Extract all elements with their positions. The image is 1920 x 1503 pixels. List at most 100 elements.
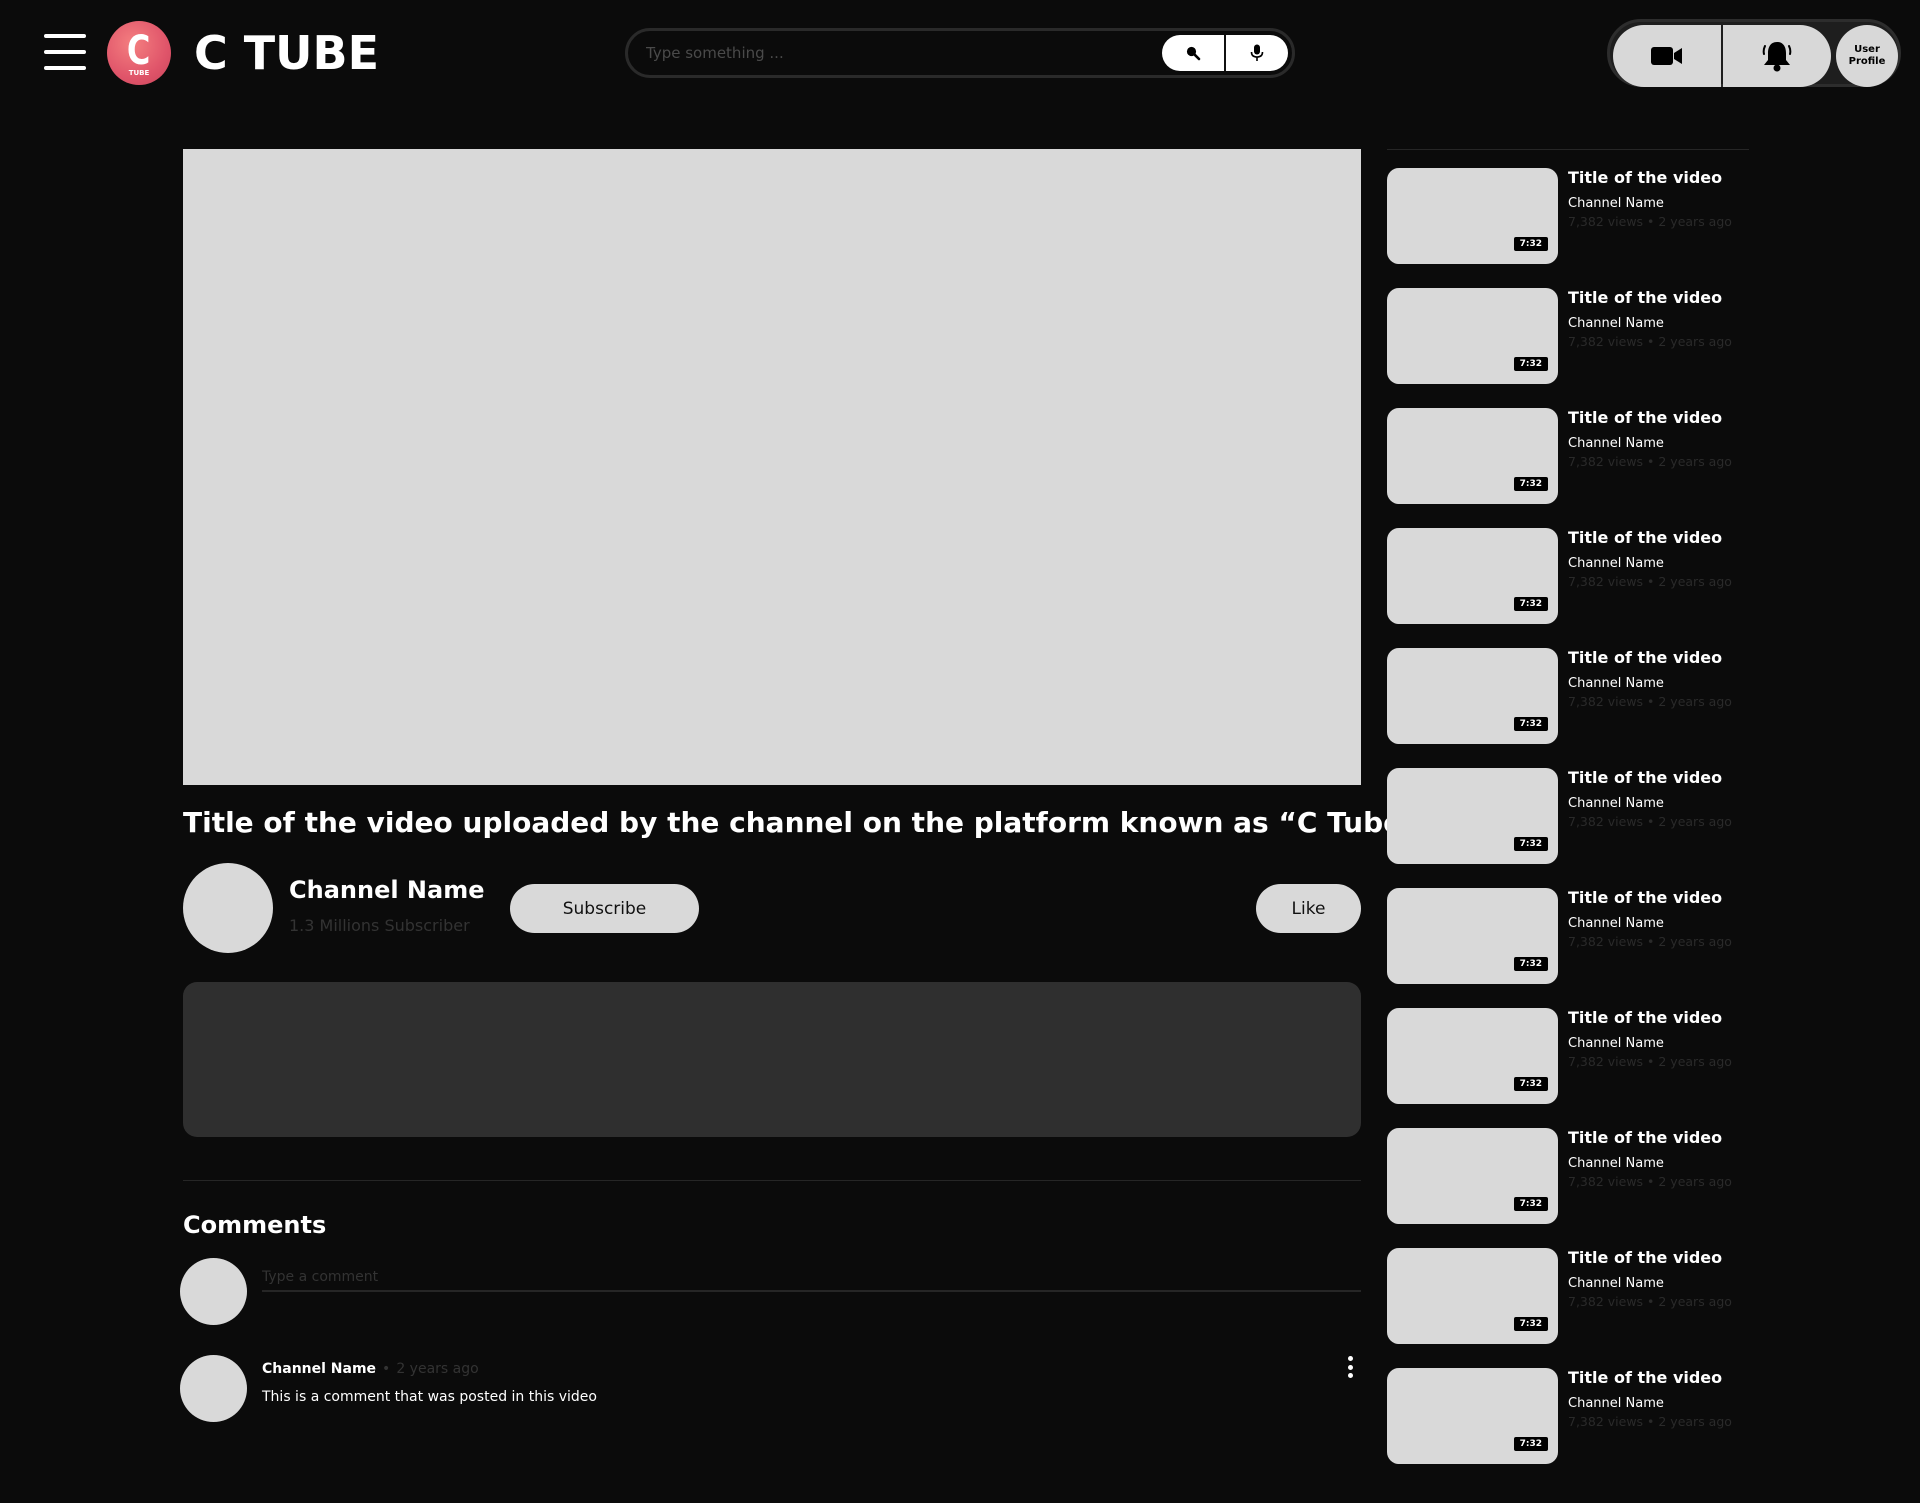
recommended-video-title[interactable]: Title of the video: [1568, 888, 1722, 908]
recommended-video-meta: 7,382 views • 2 years ago: [1568, 814, 1732, 829]
recommended-video-channel[interactable]: Channel Name: [1568, 1156, 1664, 1172]
logo-letter: C: [127, 28, 151, 74]
search-input[interactable]: [646, 40, 1146, 66]
video-thumbnail[interactable]: 7:32: [1387, 888, 1558, 984]
comments-heading: Comments: [183, 1211, 327, 1239]
voice-search-button[interactable]: [1224, 35, 1288, 71]
recommended-video-title[interactable]: Title of the video: [1568, 528, 1722, 548]
video-thumbnail[interactable]: 7:32: [1387, 768, 1558, 864]
brand-name[interactable]: C TUBE: [194, 26, 379, 80]
video-thumbnail[interactable]: 7:32: [1387, 1368, 1558, 1464]
search-button[interactable]: [1162, 35, 1224, 71]
video-duration: 7:32: [1513, 837, 1548, 851]
recommended-video[interactable]: 7:32 Title of the video Channel Name 7,3…: [1387, 768, 1749, 864]
recommended-video-title[interactable]: Title of the video: [1568, 288, 1722, 308]
comment-author-avatar[interactable]: [180, 1355, 247, 1422]
video-thumbnail[interactable]: 7:32: [1387, 1248, 1558, 1344]
recommended-video[interactable]: 7:32 Title of the video Channel Name 7,3…: [1387, 1008, 1749, 1104]
recommended-video-channel[interactable]: Channel Name: [1568, 1396, 1664, 1412]
video-thumbnail[interactable]: 7:32: [1387, 1128, 1558, 1224]
recommended-video-meta: 7,382 views • 2 years ago: [1568, 694, 1732, 709]
video-duration: 7:32: [1513, 1197, 1548, 1211]
recommended-video[interactable]: 7:32 Title of the video Channel Name 7,3…: [1387, 1248, 1749, 1344]
recommended-video-meta: 7,382 views • 2 years ago: [1568, 454, 1732, 469]
recommended-video[interactable]: 7:32 Title of the video Channel Name 7,3…: [1387, 648, 1749, 744]
recommended-video-title[interactable]: Title of the video: [1568, 1368, 1722, 1388]
current-user-avatar: [180, 1258, 247, 1325]
recommended-video-channel[interactable]: Channel Name: [1568, 1276, 1664, 1292]
comment-author[interactable]: Channel Name: [262, 1361, 376, 1377]
recommended-video-channel[interactable]: Channel Name: [1568, 916, 1664, 932]
recommended-video[interactable]: 7:32 Title of the video Channel Name 7,3…: [1387, 528, 1749, 624]
comment-header: Channel Name • 2 years ago: [262, 1359, 479, 1379]
video-title: Title of the video uploaded by the chann…: [183, 806, 1421, 839]
recommended-video-title[interactable]: Title of the video: [1568, 1248, 1722, 1268]
recommended-video[interactable]: 7:32 Title of the video Channel Name 7,3…: [1387, 168, 1749, 264]
recommended-video-channel[interactable]: Channel Name: [1568, 676, 1664, 692]
search-icon: [1186, 46, 1201, 61]
recommended-video-title[interactable]: Title of the video: [1568, 1128, 1722, 1148]
channel-avatar[interactable]: [183, 863, 273, 953]
notifications-button[interactable]: [1723, 25, 1831, 87]
recommended-video[interactable]: 7:32 Title of the video Channel Name 7,3…: [1387, 888, 1749, 984]
recommended-video-meta: 7,382 views • 2 years ago: [1568, 1174, 1732, 1189]
video-duration: 7:32: [1513, 477, 1548, 491]
video-duration: 7:32: [1513, 357, 1548, 371]
recommended-video[interactable]: 7:32 Title of the video Channel Name 7,3…: [1387, 288, 1749, 384]
recommended-video-meta: 7,382 views • 2 years ago: [1568, 1414, 1732, 1429]
comment-time: 2 years ago: [396, 1361, 479, 1377]
subscribe-button[interactable]: Subscribe: [510, 884, 699, 933]
channel-name[interactable]: Channel Name: [289, 874, 485, 906]
recommended-video-meta: 7,382 views • 2 years ago: [1568, 1294, 1732, 1309]
search-bar: [625, 28, 1295, 78]
video-duration: 7:32: [1513, 957, 1548, 971]
user-profile-button[interactable]: User Profile: [1836, 25, 1898, 87]
recommended-video-title[interactable]: Title of the video: [1568, 168, 1722, 188]
video-thumbnail[interactable]: 7:32: [1387, 408, 1558, 504]
recommended-video-title[interactable]: Title of the video: [1568, 408, 1722, 428]
video-thumbnail[interactable]: 7:32: [1387, 648, 1558, 744]
recommended-video[interactable]: 7:32 Title of the video Channel Name 7,3…: [1387, 1368, 1749, 1464]
header-actions: User Profile: [1607, 19, 1901, 87]
recommended-video[interactable]: 7:32 Title of the video Channel Name 7,3…: [1387, 1128, 1749, 1224]
video-thumbnail[interactable]: 7:32: [1387, 288, 1558, 384]
recommended-video-channel[interactable]: Channel Name: [1568, 556, 1664, 572]
video-duration: 7:32: [1513, 1437, 1548, 1451]
recommended-video-meta: 7,382 views • 2 years ago: [1568, 574, 1732, 589]
comment-text: This is a comment that was posted in thi…: [262, 1389, 597, 1405]
video-duration: 7:32: [1513, 597, 1548, 611]
more-vertical-icon[interactable]: [1340, 1354, 1360, 1380]
video-duration: 7:32: [1513, 237, 1548, 251]
hamburger-menu-icon[interactable]: [44, 34, 86, 70]
comment-separator: •: [382, 1361, 391, 1377]
recommended-video-title[interactable]: Title of the video: [1568, 1008, 1722, 1028]
recommended-video[interactable]: 7:32 Title of the video Channel Name 7,3…: [1387, 408, 1749, 504]
bell-icon: [1762, 42, 1792, 72]
video-duration: 7:32: [1513, 1317, 1548, 1331]
sidebar-divider: [1387, 149, 1749, 150]
recommended-video-channel[interactable]: Channel Name: [1568, 436, 1664, 452]
recommended-video-title[interactable]: Title of the video: [1568, 768, 1722, 788]
video-player[interactable]: [183, 149, 1361, 785]
recommended-video-channel[interactable]: Channel Name: [1568, 1036, 1664, 1052]
section-divider: [183, 1180, 1361, 1181]
video-duration: 7:32: [1513, 717, 1548, 731]
video-thumbnail[interactable]: 7:32: [1387, 168, 1558, 264]
recommended-video-meta: 7,382 views • 2 years ago: [1568, 214, 1732, 229]
recommended-video-meta: 7,382 views • 2 years ago: [1568, 934, 1732, 949]
logo[interactable]: C TUBE: [107, 21, 171, 85]
recommended-videos: 7:32 Title of the video Channel Name 7,3…: [1387, 168, 1749, 1488]
recommended-video-channel[interactable]: Channel Name: [1568, 796, 1664, 812]
recommended-video-title[interactable]: Title of the video: [1568, 648, 1722, 668]
recommended-video-meta: 7,382 views • 2 years ago: [1568, 334, 1732, 349]
video-thumbnail[interactable]: 7:32: [1387, 1008, 1558, 1104]
video-thumbnail[interactable]: 7:32: [1387, 528, 1558, 624]
recommended-video-channel[interactable]: Channel Name: [1568, 316, 1664, 332]
comment-input[interactable]: [262, 1268, 1361, 1292]
top-bar: C TUBE C TUBE Type something ... User Pr…: [0, 0, 1920, 110]
like-button[interactable]: Like: [1256, 884, 1361, 933]
upload-video-button[interactable]: [1613, 25, 1721, 87]
video-camera-icon: [1651, 47, 1682, 65]
recommended-video-channel[interactable]: Channel Name: [1568, 196, 1664, 212]
video-description[interactable]: [183, 982, 1361, 1137]
